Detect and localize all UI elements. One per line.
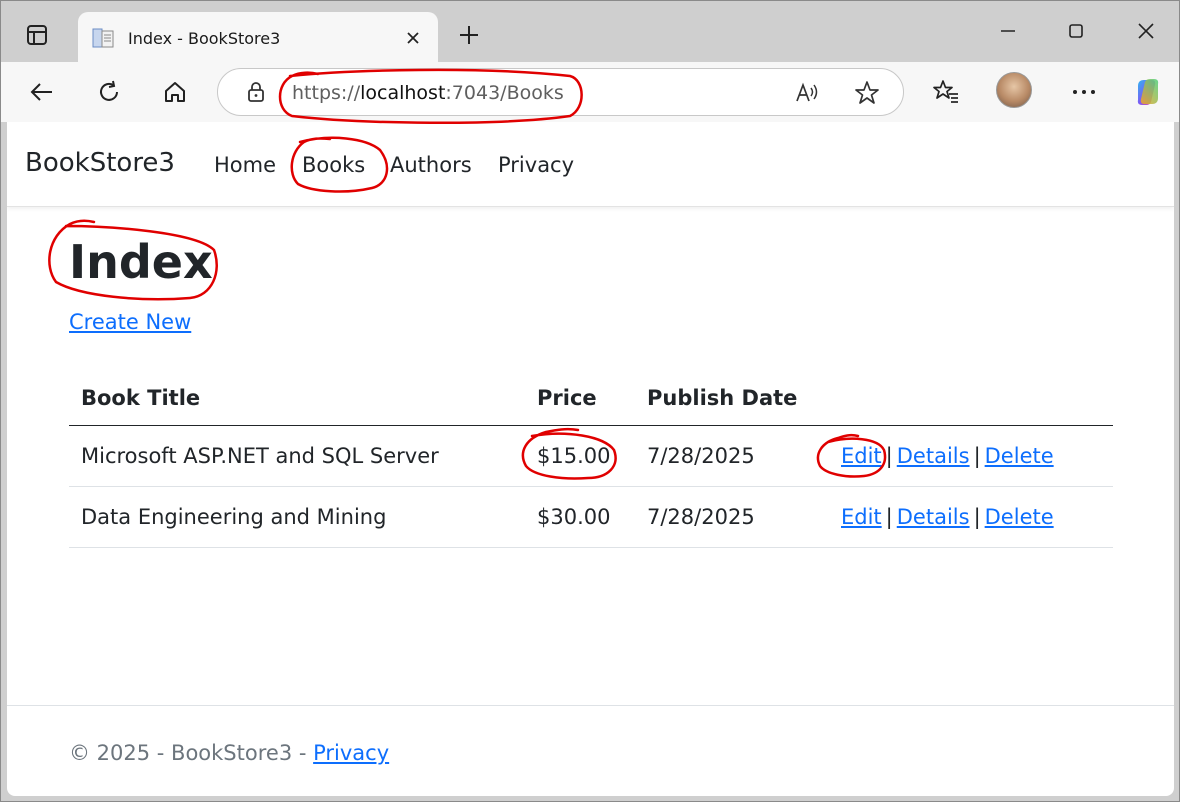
footer-privacy-link[interactable]: Privacy [313,741,389,765]
cell-title: Data Engineering and Mining [69,486,525,548]
copilot-icon [1137,79,1159,105]
window-close-button[interactable] [1124,10,1168,52]
header-book-title: Book Title [69,372,525,426]
details-link[interactable]: Details [897,505,970,529]
lock-icon [248,82,264,102]
nav-home[interactable]: Home [214,153,276,177]
site-brand[interactable]: BookStore3 [25,148,175,178]
tab-strip: Index - BookStore3 [0,0,1180,64]
cell-actions: Edit | Details | Delete [829,425,1113,487]
minimize-icon [1001,30,1015,32]
site-navbar: BookStore3 Home Books Authors Privacy [7,122,1174,207]
sidebar-toggle-button[interactable] [14,14,60,56]
home-button[interactable] [153,70,197,114]
refresh-button[interactable] [87,70,131,114]
cell-price: $15.00 [525,425,635,487]
read-aloud-icon[interactable] [794,79,822,107]
back-button[interactable] [20,70,64,114]
delete-link[interactable]: Delete [985,444,1054,468]
favorites-icon [933,80,958,103]
nav-privacy[interactable]: Privacy [498,153,574,177]
more-button[interactable] [1062,70,1106,114]
details-link[interactable]: Details [897,444,970,468]
cell-actions: Edit | Details | Delete [829,486,1113,548]
header-price: Price [525,372,635,426]
nav-books[interactable]: Books [302,153,365,177]
cell-title: Microsoft ASP.NET and SQL Server [69,425,525,487]
profile-avatar[interactable] [996,72,1032,108]
maximize-button[interactable] [1054,10,1098,52]
url-host: localhost [360,82,446,104]
cell-date: 7/28/2025 [635,486,829,548]
url-scheme: https:// [292,82,361,104]
books-table: Book Title Price Publish Date Microsoft … [69,372,1113,548]
plus-icon [460,26,478,44]
window-close-icon [1138,23,1154,39]
action-separator: | [885,504,893,529]
edit-link[interactable]: Edit [841,505,882,529]
delete-link[interactable]: Delete [985,505,1054,529]
copilot-button[interactable] [1126,70,1170,114]
cell-date: 7/28/2025 [635,425,829,487]
home-icon [165,82,185,102]
page-favicon-icon [90,25,116,51]
action-separator: | [973,504,981,529]
footer-text: © 2025 - BookStore3 - Privacy [69,741,389,765]
footer-copyright: © 2025 - BookStore3 - [69,741,314,765]
cell-price: $30.00 [525,486,635,548]
more-icon [1073,90,1095,94]
favorites-button[interactable] [924,70,968,114]
back-arrow-icon [30,83,52,101]
url-path: :7043/Books [445,82,564,104]
edit-link[interactable]: Edit [841,444,882,468]
minimize-button[interactable] [986,10,1030,52]
close-icon[interactable] [400,25,426,51]
header-publish-date: Publish Date [635,372,829,426]
create-new-link[interactable]: Create New [69,310,191,334]
sidebar-icon [27,25,47,45]
site-footer: © 2025 - BookStore3 - Privacy [7,705,1174,796]
address-url[interactable]: https://localhost:7043/Books [292,82,564,104]
address-bar[interactable]: https://localhost:7043/Books [217,68,904,116]
nav-authors[interactable]: Authors [390,153,472,177]
table-row: Microsoft ASP.NET and SQL Server $15.00 … [69,425,1113,487]
page-viewport: BookStore3 Home Books Authors Privacy In… [7,122,1174,796]
table-row: Data Engineering and Mining $30.00 7/28/… [69,486,1113,548]
maximize-icon [1069,24,1083,38]
action-separator: | [885,443,893,468]
action-separator: | [973,443,981,468]
table-header-row: Book Title Price Publish Date [69,372,1113,426]
active-tab[interactable]: Index - BookStore3 [78,12,438,64]
star-icon[interactable] [853,79,881,107]
page-title: Index [69,235,213,289]
header-actions [829,372,1113,426]
refresh-icon [100,80,118,101]
tab-title: Index - BookStore3 [128,28,281,48]
new-tab-button[interactable] [450,16,488,54]
